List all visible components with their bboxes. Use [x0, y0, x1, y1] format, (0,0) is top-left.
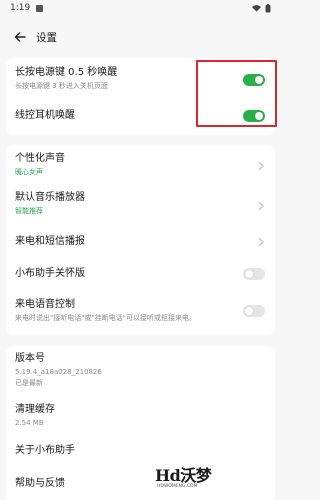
announce-row[interactable]: 来电和短信播报 [6, 235, 275, 249]
voice-value: 暖心女声 [15, 168, 43, 176]
watermark-logo: Hd沃梦 HDWOMENG.COM [155, 462, 221, 494]
sound-settings-card: 个性化声音 暖心女声 默认音乐播放器 智能推荐 来电和短信播报 小布助手关怀版 … [6, 145, 275, 335]
version-row: 版本号 5.19.4_a18a028_210826 已是最新 [6, 352, 275, 388]
voice-control-title: 来电语音控制 [15, 299, 75, 310]
version-title: 版本号 [15, 353, 45, 364]
about-row[interactable]: 关于小布助手 [6, 444, 275, 458]
chevron-right-icon [258, 237, 264, 247]
clear-cache-title: 清理缓存 [15, 404, 55, 415]
status-bar: 1:19 [0, 0, 281, 16]
about-title: 关于小布助手 [15, 445, 75, 456]
page-title: 设置 [36, 31, 57, 44]
help-feedback-row[interactable]: 帮助与反馈 [6, 477, 275, 491]
clear-cache-row[interactable]: 清理缓存 2.54 MB [6, 403, 275, 428]
voice-control-subtitle: 来电时说出"接听电话"或"挂断电话"可以接听或拒接来电。 [15, 314, 196, 322]
announce-title: 来电和短信播报 [15, 236, 85, 247]
care-mode-row: 小布助手关怀版 [6, 267, 275, 281]
watermark-url: HDWOMENG.COM [157, 484, 198, 489]
back-arrow-icon [14, 32, 26, 42]
watermark-text: Hd沃梦 [155, 466, 212, 485]
cache-size: 2.54 MB [15, 419, 44, 427]
care-mode-title: 小布助手关怀版 [15, 268, 85, 279]
status-time: 1:19 [10, 3, 31, 13]
version-value: 5.19.4_a18a028_210826 [15, 368, 102, 376]
help-feedback-title: 帮助与反馈 [15, 478, 65, 489]
back-button[interactable] [12, 29, 28, 45]
highlight-box [196, 60, 277, 127]
voice-control-toggle[interactable] [243, 305, 265, 317]
music-player-title: 默认音乐播放器 [15, 192, 85, 203]
header: 设置 [0, 26, 281, 48]
version-status: 已是最新 [15, 379, 43, 387]
notification-icon [36, 4, 44, 12]
battery-icon [265, 3, 271, 12]
toggle-knob [245, 307, 253, 315]
wifi-icon [252, 5, 261, 12]
voice-control-row: 来电语音控制 来电时说出"接听电话"或"挂断电话"可以接听或拒接来电。 [6, 298, 275, 323]
music-player-row[interactable]: 默认音乐播放器 智能推荐 [6, 191, 275, 216]
chevron-right-icon [258, 201, 264, 211]
voice-title: 个性化声音 [15, 153, 65, 164]
chevron-right-icon [258, 161, 264, 171]
toggle-knob [245, 270, 253, 278]
care-mode-toggle[interactable] [243, 268, 265, 280]
voice-row[interactable]: 个性化声音 暖心女声 [6, 152, 275, 177]
music-player-value: 智能推荐 [15, 207, 43, 215]
info-card: 版本号 5.19.4_a18a028_210826 已是最新 清理缓存 2.54… [6, 346, 275, 500]
